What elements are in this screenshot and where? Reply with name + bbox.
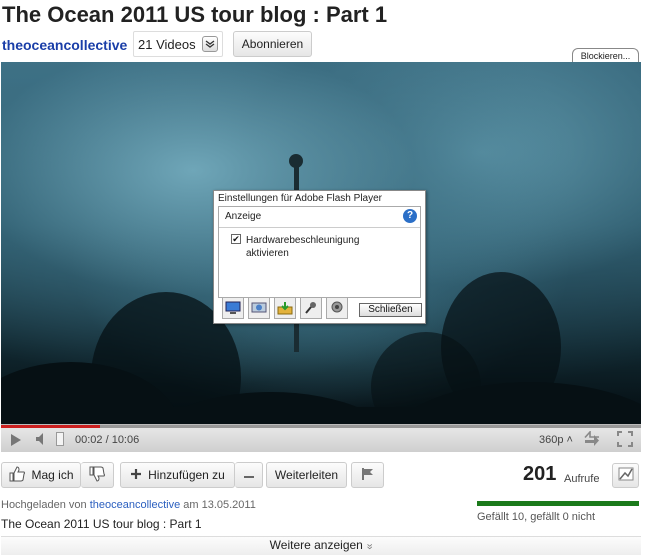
- channel-link[interactable]: theoceancollective: [2, 37, 127, 53]
- fullscreen-icon[interactable]: [617, 431, 633, 452]
- minus-icon: [243, 468, 254, 482]
- flash-settings-panel: Anzeige ? ✔ Hardwarebeschleunigung aktiv…: [218, 206, 421, 298]
- volume-slider[interactable]: [56, 432, 64, 446]
- flag-icon: [361, 467, 375, 484]
- crowd-bottom: [1, 407, 641, 424]
- chevron-down-icon[interactable]: [201, 36, 218, 52]
- channel-videos-selector[interactable]: 21 Videos: [133, 31, 223, 57]
- view-count-label: Aufrufe: [564, 473, 600, 485]
- show-more-button[interactable]: Weitere anzeigen »: [1, 536, 641, 555]
- quality-selector[interactable]: 360p ˄: [539, 434, 573, 446]
- upload-info: Hochgeladen von theoceancollective am 13…: [1, 499, 256, 511]
- view-count: 201: [523, 463, 557, 485]
- uploader-link[interactable]: theoceancollective: [90, 499, 181, 511]
- progress-fill: [1, 425, 100, 428]
- thumbs-up-icon: [8, 465, 26, 485]
- time-display: 00:02 / 10:06: [75, 434, 140, 446]
- help-icon[interactable]: ?: [403, 209, 417, 223]
- camera-icon[interactable]: [326, 297, 348, 319]
- videos-count-label: 21 Videos: [138, 36, 196, 52]
- uploaded-prefix: Hochgeladen von: [1, 499, 87, 511]
- show-more-label: Weitere anzeigen: [269, 538, 363, 552]
- add-to-dropdown[interactable]: [235, 462, 263, 488]
- hardware-acceleration-label: Hardwarebeschleunigung aktivieren: [246, 235, 360, 259]
- like-ratio-text: Gefällt 10, gefällt 0 nicht: [477, 511, 596, 523]
- thumbs-down-icon: [88, 466, 106, 485]
- microphone-icon[interactable]: [300, 297, 322, 319]
- volume-icon[interactable]: [35, 432, 51, 451]
- like-button[interactable]: Mag ich: [1, 462, 81, 488]
- flag-button[interactable]: [351, 462, 384, 488]
- flash-settings-dialog: Einstellungen für Adobe Flash Player Anz…: [213, 190, 426, 324]
- chevron-down-icon: »: [363, 543, 376, 550]
- progress-bar[interactable]: [1, 425, 641, 428]
- close-button[interactable]: Schließen: [359, 303, 422, 317]
- chart-icon: [618, 467, 634, 484]
- plus-icon: [130, 468, 142, 483]
- chevron-up-icon: ˄: [566, 434, 573, 446]
- storage-icon[interactable]: [274, 297, 296, 319]
- mic-head: [289, 154, 303, 168]
- add-to-label: Hinzufügen zu: [148, 468, 225, 482]
- hardware-acceleration-checkbox[interactable]: ✔: [231, 234, 241, 244]
- add-to-button[interactable]: Hinzufügen zu: [120, 462, 235, 488]
- subscribe-button[interactable]: Abonnieren: [233, 31, 312, 57]
- block-button[interactable]: Blockieren...: [572, 48, 639, 63]
- popout-icon[interactable]: [583, 429, 601, 452]
- share-button[interactable]: Weiterleiten: [266, 462, 347, 488]
- divider: [219, 227, 420, 228]
- display-icon[interactable]: [222, 297, 244, 319]
- video-title: The Ocean 2011 US tour blog : Part 1: [2, 2, 388, 27]
- play-icon[interactable]: [10, 433, 22, 452]
- like-label: Mag ich: [31, 468, 74, 482]
- uploaded-date: am 13.05.2011: [183, 499, 256, 511]
- statistics-button[interactable]: [612, 463, 639, 488]
- flash-dialog-title: Einstellungen für Adobe Flash Player: [218, 193, 382, 204]
- dislike-button[interactable]: [81, 462, 114, 488]
- privacy-icon[interactable]: [248, 297, 270, 319]
- flash-section-title: Anzeige: [225, 211, 262, 222]
- player-controls: 00:02 / 10:06 360p ˄: [1, 424, 641, 452]
- like-ratio-bar: [477, 501, 639, 506]
- quality-label: 360p: [539, 434, 564, 446]
- video-description: The Ocean 2011 US tour blog : Part 1: [1, 517, 202, 531]
